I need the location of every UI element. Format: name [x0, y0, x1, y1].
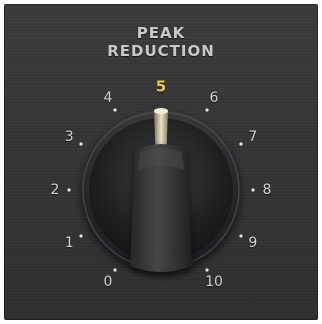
peak-reduction-knob[interactable] [0, 0, 322, 324]
knob-grip[interactable] [130, 144, 192, 272]
